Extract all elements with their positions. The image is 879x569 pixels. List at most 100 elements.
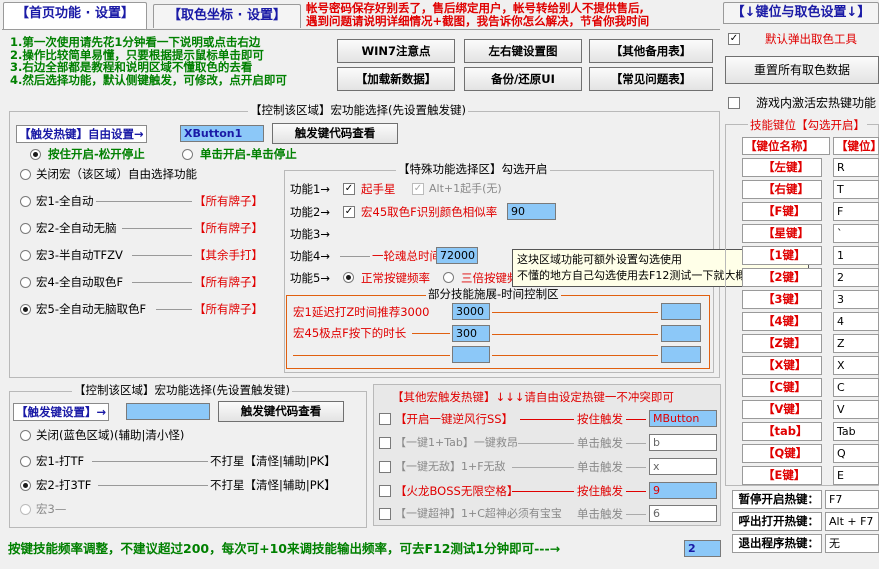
faq-table-button[interactable]: 【常见问题表】 <box>589 67 713 91</box>
skill-key-input[interactable]: T <box>833 180 879 199</box>
macro2-code-view-button[interactable]: 触发键代码查看 <box>218 401 344 422</box>
pause-hotkey-input[interactable]: F7 <box>825 490 879 509</box>
other-macros-title: 【其他宏触发热键】↓↓↓请自由设定热键一不冲突即可 <box>392 390 674 404</box>
macro2-tf-label: 宏1-打TF <box>36 454 85 468</box>
skill-key-input[interactable]: Tab <box>833 422 879 441</box>
other-row3-input[interactable]: x <box>649 458 717 475</box>
timing-row1-extra-input[interactable] <box>661 303 701 320</box>
macro-off-radio[interactable] <box>20 169 31 180</box>
other-row1-checkbox[interactable] <box>379 413 391 425</box>
timing-row1-input[interactable]: 3000 <box>452 303 490 320</box>
skill-key-input[interactable]: R <box>833 158 879 177</box>
other-row1-input[interactable]: MButton <box>649 410 717 427</box>
trigger-hotkey-input[interactable]: XButton1 <box>180 125 264 142</box>
skill-key-input[interactable]: V <box>833 400 879 419</box>
tab-home-settings[interactable]: 【首页功能 · 设置】 <box>3 2 147 29</box>
macro2-trigger-input[interactable] <box>126 403 210 420</box>
macro1-radio[interactable] <box>20 196 31 207</box>
call-hotkey-input[interactable]: Alt + F7 <box>825 512 879 531</box>
mouse-key-diagram-button[interactable]: 左右键设置图 <box>464 39 582 63</box>
macro2-3tf-radio[interactable] <box>20 480 31 491</box>
skill-key-name: 【左键】 <box>742 158 822 177</box>
timing-row3-input[interactable] <box>452 346 490 363</box>
skill-key-input[interactable]: Z <box>833 334 879 353</box>
backup-table-button[interactable]: 【其他备用表】 <box>589 39 713 63</box>
skill-key-input[interactable]: 1 <box>833 246 879 265</box>
timing-row2-input[interactable]: 300 <box>452 325 490 342</box>
start-star-checkbox[interactable]: ✓ <box>343 183 355 195</box>
macro5-line <box>156 309 192 310</box>
macro3-line <box>132 255 192 256</box>
other-row2-checkbox[interactable] <box>379 437 391 449</box>
other-row3-line2 <box>626 467 646 468</box>
win7-notes-button[interactable]: WIN7注意点 <box>337 39 455 63</box>
skill-key-input[interactable]: 4 <box>833 312 879 331</box>
other-row3-label: 【一键无敌】1+F无敌 <box>395 460 506 473</box>
skill-key-input[interactable]: X <box>833 356 879 375</box>
activate-macro-checkbox[interactable] <box>728 97 740 109</box>
other-row3-line <box>512 467 574 468</box>
triple-freq-label: 三倍按键频率 <box>461 271 513 285</box>
color-similarity-checkbox[interactable]: ✓ <box>343 206 355 218</box>
macro2-tf-radio[interactable] <box>20 456 31 467</box>
other-row5-line2 <box>626 514 646 515</box>
macro2-m3-radio[interactable] <box>20 504 31 515</box>
reset-color-data-button[interactable]: 重置所有取色数据 <box>725 56 879 84</box>
skill-key-input[interactable]: 3 <box>833 290 879 309</box>
color-similarity-label: 宏45取色F识别颜色相似率 <box>361 205 498 219</box>
other-row4-input[interactable]: 9 <box>649 482 717 499</box>
skill-key-input[interactable]: F <box>833 202 879 221</box>
skill-key-input[interactable]: E <box>833 466 879 485</box>
popup-tool-checkbox[interactable]: ✓ <box>728 33 740 45</box>
macro4-line <box>132 282 192 283</box>
other-row2-line2 <box>626 443 646 444</box>
macro2-tf-tag: 不打星【清怪|辅助|PK】 <box>210 454 336 468</box>
timing-row2-extra-input[interactable] <box>661 325 701 342</box>
skill-key-input[interactable]: Q <box>833 444 879 463</box>
frequency-input[interactable]: 2 <box>684 540 721 557</box>
macro4-radio[interactable] <box>20 277 31 288</box>
skill-key-name: 【3键】 <box>742 290 822 309</box>
triple-freq-radio[interactable] <box>443 272 454 283</box>
other-row5-checkbox[interactable] <box>379 508 391 520</box>
macro2-3tf-label: 宏2-打3TF <box>36 478 92 492</box>
popup-tool-label: 默认弹出取色工具 <box>765 32 857 46</box>
timing-row2-line <box>492 334 658 335</box>
other-row2-input[interactable]: b <box>649 434 717 451</box>
load-new-data-button[interactable]: 【加载新数据】 <box>337 67 455 91</box>
skill-key-input[interactable]: 2 <box>833 268 879 287</box>
tab-color-coords[interactable]: 【取色坐标 · 设置】 <box>153 4 301 28</box>
skill-key-input[interactable]: C <box>833 378 879 397</box>
macro3-radio[interactable] <box>20 250 31 261</box>
timing-row3-extra-input[interactable] <box>661 346 701 363</box>
tab-keys-color-settings[interactable]: 【↓键位与取色设置↓】 <box>723 2 879 24</box>
call-hotkey-label: 呼出打开热键： <box>732 512 822 531</box>
skill-key-name: 【1键】 <box>742 246 822 265</box>
color-similarity-input[interactable]: 90 <box>507 203 556 220</box>
frequency-hint: 按键技能频率调整，不建议超过200，每次可+10来调技能输出频率，可去F12测试… <box>8 541 561 556</box>
macro2-off-radio[interactable] <box>20 430 31 441</box>
function3-label: 功能3→ <box>290 227 330 241</box>
instructions: 1.第一次使用请先花1分钟看一下说明或点击右边 2.操作比较简单易懂，只要根据提… <box>10 36 340 86</box>
macro5-radio[interactable] <box>20 304 31 315</box>
start-star-label: 起手星 <box>361 182 396 196</box>
skill-key-input[interactable]: ` <box>833 224 879 243</box>
warning-line-2: 遇到问题请说明详细情况+截图，我告诉你怎么解决，节省你我时间 <box>306 14 650 28</box>
backup-restore-button[interactable]: 备份/还原UI <box>464 67 582 91</box>
function4-label: 功能4→ <box>290 249 330 263</box>
macro4-tag: 【所有牌子】 <box>194 275 263 289</box>
click-mode-radio[interactable] <box>182 149 193 160</box>
normal-freq-radio[interactable] <box>343 272 354 283</box>
other-row5-input[interactable]: 6 <box>649 505 717 522</box>
skill-key-name: 【E键】 <box>742 466 822 485</box>
macro2-radio[interactable] <box>20 223 31 234</box>
macro5-tag: 【所有牌子】 <box>194 302 263 316</box>
exit-hotkey-input[interactable]: 无 <box>825 534 879 553</box>
trigger-code-view-button[interactable]: 触发键代码查看 <box>272 123 398 144</box>
alt1-start-checkbox[interactable]: ✓ <box>412 183 424 195</box>
other-row4-checkbox[interactable] <box>379 485 391 497</box>
soul-time-input[interactable]: 72000 <box>436 247 478 264</box>
hold-mode-radio[interactable] <box>30 149 41 160</box>
macro4-label: 宏4-全自动取色F <box>36 275 124 289</box>
other-row3-checkbox[interactable] <box>379 461 391 473</box>
